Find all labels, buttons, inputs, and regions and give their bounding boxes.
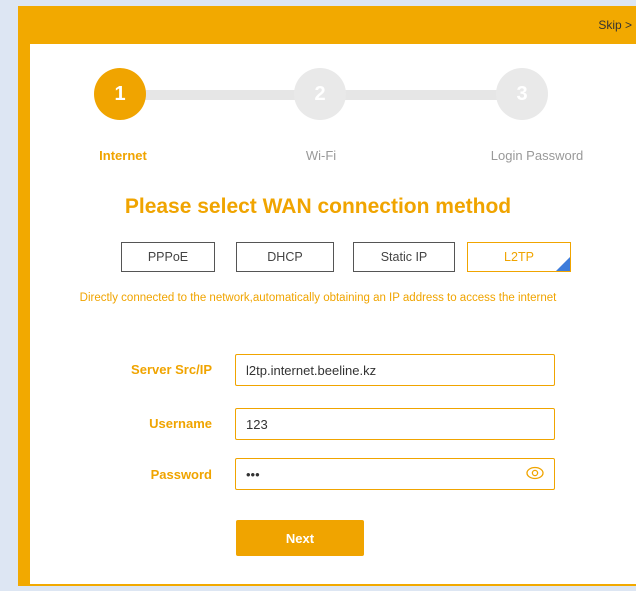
method-l2tp-label: L2TP bbox=[504, 250, 534, 264]
password-input[interactable] bbox=[235, 458, 555, 490]
server-input[interactable] bbox=[235, 354, 555, 386]
step-2-circle[interactable]: 2 bbox=[294, 68, 346, 120]
method-pppoe-button[interactable]: PPPoE bbox=[121, 242, 215, 272]
wan-method-selector: PPPoE DHCP Static IP L2TP bbox=[0, 242, 636, 272]
method-l2tp-button[interactable]: L2TP bbox=[467, 242, 571, 272]
step-1-circle[interactable]: 1 bbox=[94, 68, 146, 120]
top-bar: Skip > bbox=[18, 6, 636, 44]
method-description: Directly connected to the network,automa… bbox=[79, 292, 557, 304]
username-input[interactable] bbox=[235, 408, 555, 440]
server-label: Server Src/IP bbox=[131, 362, 212, 377]
step-connector-2-3 bbox=[345, 90, 505, 100]
step-3-circle[interactable]: 3 bbox=[496, 68, 548, 120]
wizard-panel bbox=[30, 44, 636, 584]
eye-icon[interactable] bbox=[526, 466, 544, 480]
step-3-label: Login Password bbox=[490, 148, 584, 163]
next-button[interactable]: Next bbox=[236, 520, 364, 556]
step-2-label: Wi-Fi bbox=[305, 148, 337, 163]
step-connector-1-2 bbox=[140, 90, 310, 100]
username-label: Username bbox=[149, 416, 212, 431]
method-dhcp-button[interactable]: DHCP bbox=[236, 242, 334, 272]
method-static-ip-button[interactable]: Static IP bbox=[353, 242, 455, 272]
step-1-label: Internet bbox=[99, 148, 147, 163]
password-label: Password bbox=[150, 467, 212, 482]
skip-link[interactable]: Skip > bbox=[598, 18, 632, 32]
selected-corner-icon bbox=[556, 257, 570, 271]
page-title: Please select WAN connection method bbox=[124, 195, 512, 218]
